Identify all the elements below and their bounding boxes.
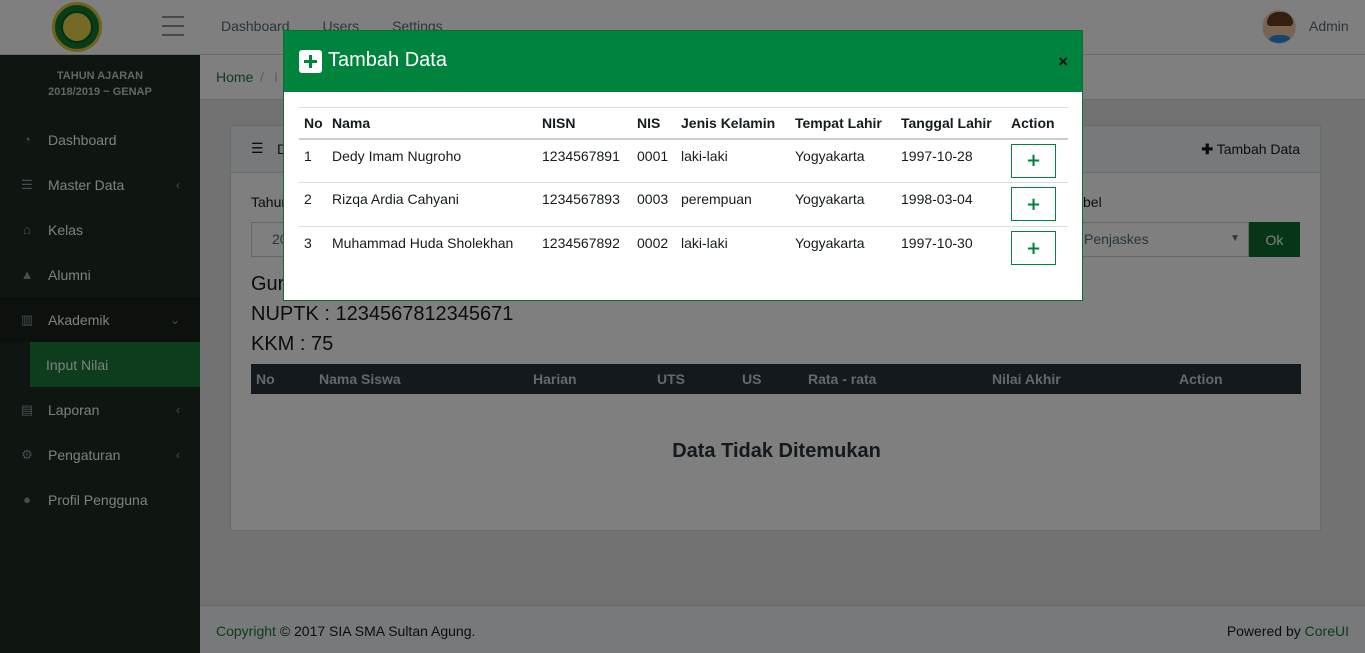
- cell-action: +: [1006, 227, 1068, 271]
- add-student-button[interactable]: +: [1011, 231, 1056, 265]
- cell-nis: 0003: [632, 182, 676, 227]
- table-header-row: No Nama NISN NIS Jenis Kelamin Tempat La…: [299, 107, 1068, 140]
- column-header: Action: [1006, 107, 1068, 140]
- cell-nama: Muhammad Huda Sholekhan: [332, 235, 514, 251]
- table-row: 1 Dedy Imam Nugroho 1234567891 0001 laki…: [299, 138, 1068, 183]
- student-table: No Nama NISN NIS Jenis Kelamin Tempat La…: [299, 107, 1068, 271]
- cell-action: +: [1006, 182, 1068, 227]
- cell-nisn: 1234567892: [542, 235, 620, 251]
- column-header: Nama: [327, 107, 537, 140]
- cell-jenis-kelamin: laki-laki: [676, 138, 790, 183]
- column-header: Jenis Kelamin: [676, 107, 790, 140]
- cell-action: +: [1006, 138, 1068, 183]
- cell-nama: Dedy Imam Nugroho: [327, 138, 537, 183]
- column-header: Tanggal Lahir: [896, 107, 1006, 140]
- cell-jenis-kelamin: perempuan: [676, 182, 790, 227]
- cell-no: 3: [304, 235, 312, 251]
- table-row: 2 Rizqa Ardia Cahyani 1234567893 0003 pe…: [299, 182, 1068, 227]
- add-student-button[interactable]: +: [1011, 187, 1056, 221]
- plus-square-icon: [299, 50, 322, 73]
- cell-nama: Rizqa Ardia Cahyani: [327, 182, 537, 227]
- column-header: NISN: [537, 107, 632, 140]
- cell-tanggal-lahir: 1997-10-28: [896, 138, 1006, 183]
- add-data-modal: Tambah Data × No Nama NISN NIS Jenis Kel…: [283, 30, 1083, 301]
- cell-nisn: 1234567893: [537, 182, 632, 227]
- modal-header: Tambah Data ×: [284, 31, 1082, 92]
- add-student-button[interactable]: +: [1011, 143, 1056, 178]
- cell-no: 1: [299, 138, 327, 183]
- column-header: NIS: [632, 107, 676, 140]
- cell-tanggal-lahir: 1997-10-30: [901, 235, 973, 251]
- cell-tempat-lahir: Yogyakarta: [790, 138, 896, 183]
- cell-tempat-lahir: Yogyakarta: [795, 235, 865, 251]
- cell-nis: 0001: [632, 138, 676, 183]
- cell-jenis-kelamin: laki-laki: [681, 235, 728, 251]
- modal-body: No Nama NISN NIS Jenis Kelamin Tempat La…: [299, 107, 1068, 271]
- table-row: 3 Muhammad Huda Sholekhan 1234567892 000…: [299, 227, 1068, 271]
- column-header: Tempat Lahir: [790, 107, 896, 140]
- column-header: No: [299, 107, 327, 140]
- cell-no: 2: [299, 182, 327, 227]
- cell-nis: 0002: [637, 235, 669, 251]
- close-button[interactable]: ×: [1058, 52, 1068, 72]
- cell-tempat-lahir: Yogyakarta: [790, 182, 896, 227]
- cell-tanggal-lahir: 1998-03-04: [896, 182, 1006, 227]
- modal-title: Tambah Data: [328, 49, 447, 71]
- cell-nisn: 1234567891: [537, 138, 632, 183]
